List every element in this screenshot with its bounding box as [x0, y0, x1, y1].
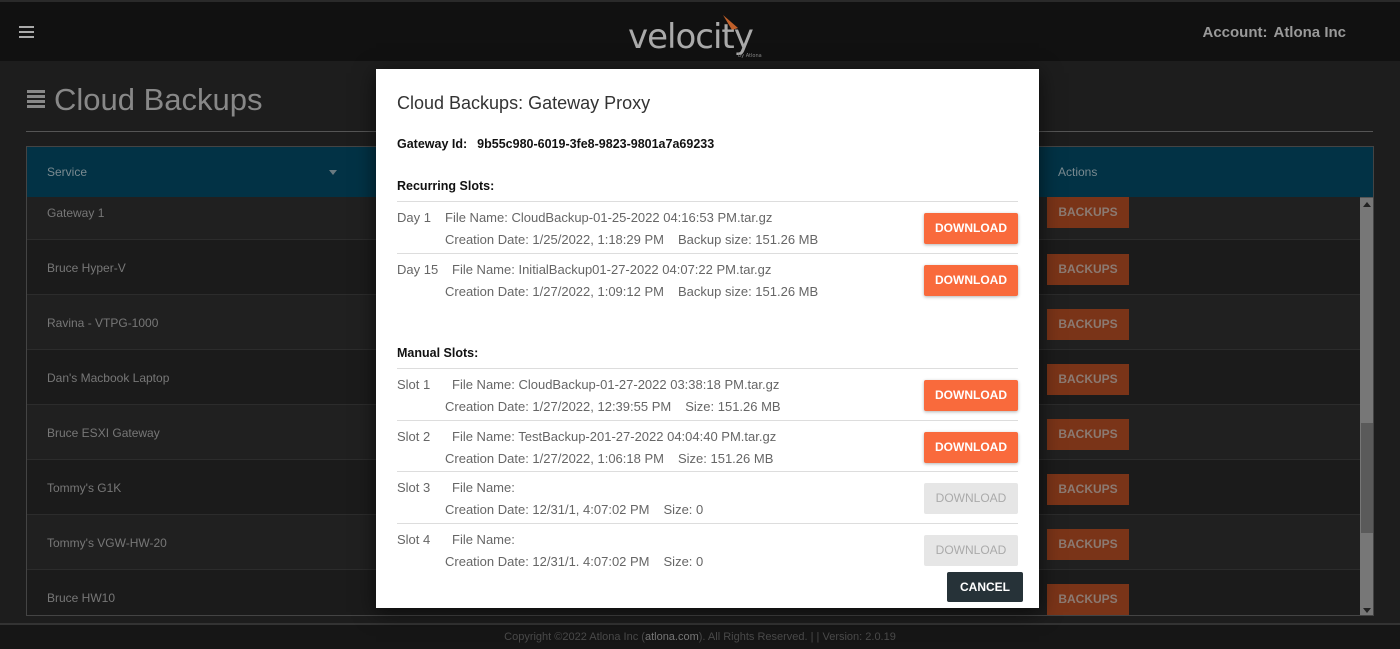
creation-date: Creation Date: 1/25/2022, 1:18:29 PM [445, 232, 664, 247]
scrollbar[interactable] [1360, 198, 1373, 615]
backups-button[interactable]: BACKUPS [1047, 197, 1129, 228]
column-service[interactable]: Service [47, 165, 87, 179]
creation-date: Creation Date: 1/27/2022, 1:06:18 PM [445, 451, 664, 466]
service-name: Bruce Hyper-V [47, 261, 126, 275]
backup-slot: Slot 2 File Name: TestBackup-201-27-2022 … [397, 420, 1018, 472]
svg-text:by Atlona: by Atlona [738, 53, 762, 58]
creation-date: Creation Date: 1/27/2022, 1:09:12 PM [445, 284, 664, 299]
scroll-thumb[interactable] [1361, 423, 1373, 533]
gateway-id-value: 9b55c980-6019-3fe8-9823-9801a7a69233 [477, 137, 715, 151]
service-name: Ravina - VTPG-1000 [47, 316, 159, 330]
gateway-id: Gateway Id: 9b55c980-6019-3fe8-9823-9801a… [397, 137, 714, 151]
version-text: ). All Rights Reserved. | | Version: 2.0… [698, 631, 896, 643]
scroll-up-icon[interactable] [1363, 202, 1371, 207]
backup-size: Size: 0 [663, 502, 704, 517]
cancel-button[interactable]: CANCEL [947, 572, 1023, 602]
dialog-title: Cloud Backups: Gateway Proxy [397, 93, 651, 113]
slot-label: Day 15 [397, 262, 439, 277]
service-name: Tommy's VGW-HW-20 [47, 536, 167, 550]
scroll-down-icon[interactable] [1363, 608, 1371, 613]
service-name: Dan's Macbook Laptop [47, 371, 170, 385]
slot-label: Day 1 [397, 210, 431, 225]
backup-size: Backup size: 151.26 MB [677, 284, 819, 299]
velocity-logo: velocity by Atlona [628, 15, 762, 58]
service-name: Bruce ESXI Gateway [47, 426, 160, 440]
footer: Copyright ©2022 Atlona Inc (atlona.com).… [0, 623, 1400, 649]
backup-size: Backup size: 151.26 MB [677, 232, 819, 247]
sort-down-icon[interactable] [329, 170, 337, 175]
file-name: File Name: TestBackup-201-27-2022 04:04:… [452, 429, 777, 444]
backups-button[interactable]: BACKUPS [1047, 474, 1129, 505]
backup-slot: Slot 3 File Name: Creation Date: 12/31/1, … [397, 471, 1018, 523]
download-button[interactable]: DOWNLOAD [924, 380, 1018, 411]
service-name: Gateway 1 [47, 206, 105, 220]
svg-text:velocity: velocity [628, 17, 754, 57]
slot-label: Slot 1 [397, 377, 431, 392]
file-name: File Name: CloudBackup-01-27-2022 03:38:… [452, 377, 780, 392]
file-name: File Name: [452, 480, 515, 495]
slot-label: Slot 2 [397, 429, 431, 444]
page-title-text: Cloud Backups [54, 82, 263, 117]
hamburger-menu-icon[interactable] [19, 26, 34, 41]
top-bar: velocity by Atlona Account: Atlona Inc [0, 0, 1400, 61]
backup-slot: Day 1 File Name: CloudBackup-01-25-2022 0… [397, 201, 1018, 253]
account-info: Account: Atlona Inc [1202, 24, 1346, 41]
list-icon [27, 90, 45, 110]
file-name: File Name: CloudBackup-01-25-2022 04:16:… [445, 210, 773, 225]
creation-date: Creation Date: 12/31/1, 4:07:02 PM [445, 502, 650, 517]
backup-dialog: Cloud Backups: Gateway Proxy Gateway Id:… [376, 69, 1039, 608]
copyright-text: Copyright ©2022 Atlona Inc ( [504, 631, 645, 643]
service-name: Bruce HW10 [47, 591, 116, 605]
download-button[interactable]: DOWNLOAD [924, 432, 1018, 463]
file-name: File Name: InitialBackup01-27-2022 04:07… [452, 262, 772, 277]
file-name: File Name: [452, 532, 515, 547]
download-button[interactable]: DOWNLOAD [924, 535, 1018, 566]
atlona-link[interactable]: atlona.com [645, 631, 699, 643]
account-label: Account: [1202, 24, 1268, 41]
backups-button[interactable]: BACKUPS [1047, 419, 1129, 450]
backups-button[interactable]: BACKUPS [1047, 309, 1129, 340]
creation-date: Creation Date: 12/31/1. 4:07:02 PM [445, 554, 650, 569]
backup-size: Size: 0 [663, 554, 704, 569]
account-name: Atlona Inc [1273, 24, 1346, 41]
manual-slots-heading: Manual Slots: [397, 346, 479, 360]
service-name: Tommy's G1K [47, 481, 122, 495]
recurring-slots-heading: Recurring Slots: [397, 179, 495, 193]
slot-label: Slot 3 [397, 480, 431, 495]
backups-button[interactable]: BACKUPS [1047, 584, 1129, 615]
gateway-id-label: Gateway Id: [397, 137, 468, 151]
creation-date: Creation Date: 1/27/2022, 12:39:55 PM [445, 399, 672, 414]
backup-size: Size: 151.26 MB [677, 451, 774, 466]
backups-button[interactable]: BACKUPS [1047, 364, 1129, 395]
download-button[interactable]: DOWNLOAD [924, 483, 1018, 514]
slot-label: Slot 4 [397, 532, 431, 547]
download-button[interactable]: DOWNLOAD [924, 265, 1018, 296]
backups-button[interactable]: BACKUPS [1047, 529, 1129, 560]
backup-size: Size: 151.26 MB [685, 399, 781, 414]
backups-button[interactable]: BACKUPS [1047, 254, 1129, 285]
column-actions: Actions [1058, 165, 1098, 179]
backup-slot: Slot 4 File Name: Creation Date: 12/31/1. … [397, 523, 1018, 575]
download-button[interactable]: DOWNLOAD [924, 213, 1018, 244]
backup-slot: Day 15 File Name: InitialBackup01-27-2022… [397, 253, 1018, 305]
page-title: Cloud Backups [27, 82, 263, 118]
backup-slot: Slot 1 File Name: CloudBackup-01-27-2022 … [397, 368, 1018, 420]
